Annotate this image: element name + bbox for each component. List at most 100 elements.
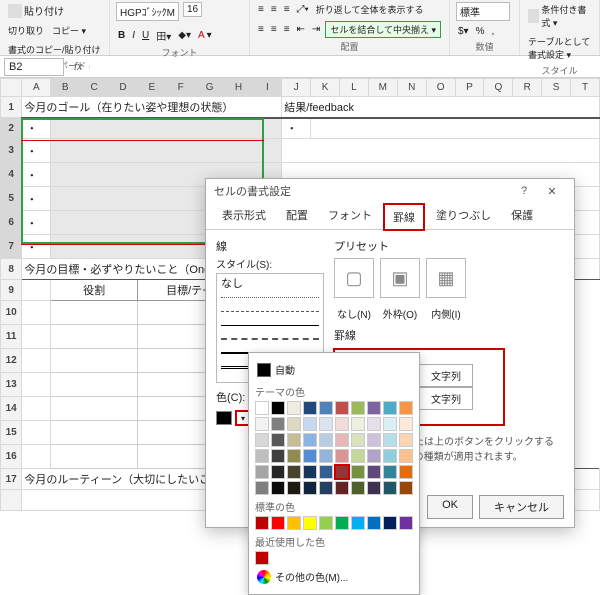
cell-j1[interactable]: 結果/feedback	[282, 97, 600, 118]
merge-center-button[interactable]: セルを結合して中央揃え ▾	[325, 21, 441, 38]
color-swatch[interactable]	[399, 417, 413, 431]
cell-b9[interactable]: 役割	[51, 280, 138, 301]
line-style-option[interactable]	[219, 318, 321, 332]
color-swatch[interactable]	[255, 465, 269, 479]
font-size-select[interactable]: 16	[183, 2, 202, 17]
color-swatch[interactable]	[367, 516, 381, 530]
align-bot-button[interactable]: ≡	[282, 2, 292, 17]
formula-input[interactable]	[89, 65, 600, 69]
color-swatch[interactable]	[351, 449, 365, 463]
align-top-button[interactable]: ≡	[256, 2, 266, 17]
preset-inside[interactable]: ▦	[426, 258, 466, 298]
color-swatch[interactable]	[255, 481, 269, 495]
color-swatch[interactable]	[303, 481, 317, 495]
number-format-select[interactable]: 標準	[456, 2, 510, 21]
align-mid-button[interactable]: ≡	[269, 2, 279, 17]
fill-color-button[interactable]: ◆▾	[176, 27, 193, 44]
italic-button[interactable]: I	[130, 27, 137, 44]
color-swatch[interactable]	[367, 417, 381, 431]
color-swatch[interactable]	[383, 417, 397, 431]
color-swatch[interactable]	[319, 449, 333, 463]
color-swatch[interactable]	[303, 516, 317, 530]
color-swatch[interactable]	[287, 417, 301, 431]
help-button[interactable]: ?	[510, 185, 538, 197]
color-swatch[interactable]	[335, 481, 349, 495]
color-swatch[interactable]	[271, 401, 285, 415]
cond-format-button[interactable]: 条件付き書式 ▾	[526, 2, 593, 30]
color-swatch[interactable]	[383, 465, 397, 479]
paste-button[interactable]: 貼り付け	[6, 2, 66, 19]
color-swatch[interactable]	[303, 465, 317, 479]
color-swatch[interactable]	[255, 551, 269, 565]
color-swatch[interactable]	[399, 516, 413, 530]
align-center-button[interactable]: ≡	[269, 21, 279, 38]
color-swatch[interactable]	[383, 481, 397, 495]
color-swatch[interactable]	[319, 433, 333, 447]
color-swatch[interactable]	[287, 465, 301, 479]
line-style-none[interactable]: なし	[219, 276, 321, 290]
color-swatch[interactable]	[271, 449, 285, 463]
color-swatch[interactable]	[319, 465, 333, 479]
color-swatch[interactable]	[319, 516, 333, 530]
color-swatch[interactable]	[255, 401, 269, 415]
indent-dec-button[interactable]: ⇤	[295, 21, 307, 38]
color-swatch[interactable]	[367, 465, 381, 479]
color-swatch[interactable]	[271, 465, 285, 479]
column-headers[interactable]: A BCDEFGHI JKLMNOPQRST	[1, 79, 600, 97]
color-swatch[interactable]	[319, 481, 333, 495]
color-swatch[interactable]	[367, 433, 381, 447]
copy-button[interactable]: コピー ▾	[50, 23, 88, 38]
fx-icon[interactable]: fx	[68, 61, 89, 73]
color-swatch[interactable]	[351, 516, 365, 530]
select-all-corner[interactable]	[1, 79, 22, 97]
color-swatch[interactable]	[367, 401, 381, 415]
color-swatch[interactable]	[255, 516, 269, 530]
color-swatch[interactable]	[383, 516, 397, 530]
color-swatch[interactable]	[399, 465, 413, 479]
color-swatch[interactable]	[287, 433, 301, 447]
color-swatch[interactable]	[255, 449, 269, 463]
color-swatch[interactable]	[303, 401, 317, 415]
color-swatch[interactable]	[271, 417, 285, 431]
color-swatch[interactable]	[399, 449, 413, 463]
format-painter-button[interactable]: 書式のコピー/貼り付け	[6, 42, 103, 57]
preset-none[interactable]: ▢	[334, 258, 374, 298]
font-name-select[interactable]: HGPｺﾞｼｯｸM	[116, 2, 179, 21]
color-swatch[interactable]	[335, 516, 349, 530]
dialog-titlebar[interactable]: セルの書式設定 ? ✕	[206, 179, 574, 203]
color-swatch[interactable]	[287, 449, 301, 463]
wrap-text-button[interactable]: 折り返して全体を表示する	[314, 2, 426, 17]
color-swatch[interactable]	[383, 401, 397, 415]
cut-button[interactable]: 切り取り	[6, 23, 46, 38]
auto-color-option[interactable]: 自動	[255, 359, 413, 380]
font-color-button[interactable]: A▾	[196, 27, 214, 44]
comma-button[interactable]: ,	[490, 25, 497, 38]
more-colors-option[interactable]: その他の色(M)...	[255, 565, 413, 588]
color-swatch[interactable]	[255, 417, 269, 431]
line-style-option[interactable]	[219, 304, 321, 318]
color-swatch[interactable]	[351, 433, 365, 447]
cell-a1[interactable]: 今月のゴール（在りたい姿や理想の状態）	[22, 97, 282, 118]
close-button[interactable]: ✕	[538, 185, 566, 198]
color-swatch[interactable]	[335, 401, 349, 415]
color-swatch[interactable]	[319, 401, 333, 415]
border-button[interactable]: 田▾	[154, 27, 173, 44]
align-right-button[interactable]: ≡	[282, 21, 292, 38]
color-swatch[interactable]	[399, 401, 413, 415]
tab-number[interactable]: 表示形式	[214, 203, 274, 229]
color-swatch[interactable]	[399, 433, 413, 447]
table-format-button[interactable]: テーブルとして書式設定 ▾	[526, 34, 593, 62]
color-swatch[interactable]	[351, 481, 365, 495]
color-swatch[interactable]	[335, 449, 349, 463]
color-swatch[interactable]	[367, 449, 381, 463]
color-swatch[interactable]	[303, 433, 317, 447]
ok-button[interactable]: OK	[427, 495, 473, 519]
color-swatch[interactable]	[351, 401, 365, 415]
color-swatch[interactable]	[303, 417, 317, 431]
indent-inc-button[interactable]: ⇥	[310, 21, 322, 38]
color-swatch[interactable]	[287, 516, 301, 530]
orientation-button[interactable]: ⤢▾	[295, 2, 311, 17]
color-swatch[interactable]	[367, 481, 381, 495]
color-swatch[interactable]	[335, 433, 349, 447]
tab-alignment[interactable]: 配置	[278, 203, 316, 229]
